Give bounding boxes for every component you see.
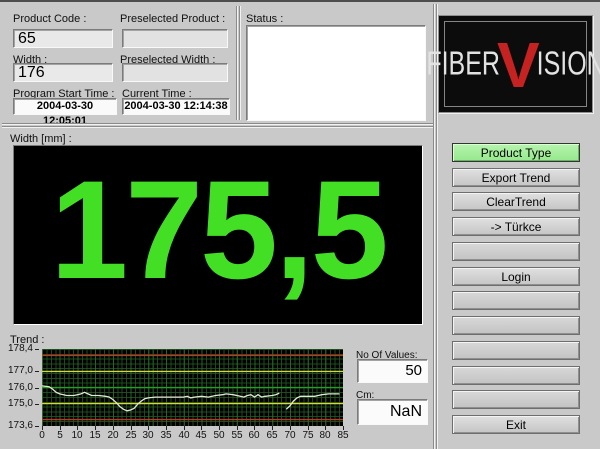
current-time-value: 2004-03-30 12:14:38 bbox=[122, 98, 230, 115]
separator-top-main bbox=[2, 123, 433, 128]
preselected-width-field[interactable] bbox=[122, 63, 228, 82]
y-tick-label: 177,0 bbox=[8, 365, 33, 376]
logo-letter-v: V bbox=[497, 37, 540, 95]
blank-button-2[interactable] bbox=[452, 291, 580, 310]
product-code-field[interactable]: 65 bbox=[13, 29, 113, 48]
y-tick-label: 175,0 bbox=[8, 398, 33, 409]
exit-button[interactable]: Exit bbox=[452, 415, 580, 434]
x-tick-label: 20 bbox=[103, 430, 123, 441]
fibervision-window: Product Code : 65 Preselected Product : … bbox=[0, 0, 600, 449]
x-tick-label: 45 bbox=[191, 430, 211, 441]
no-of-values-field[interactable]: 50 bbox=[357, 359, 428, 383]
x-tick-label: 80 bbox=[315, 430, 335, 441]
y-tick-label: 178,4 bbox=[8, 343, 33, 354]
blank-button-4[interactable] bbox=[452, 341, 580, 360]
status-label: Status : bbox=[246, 13, 283, 25]
y-tick-mark bbox=[35, 371, 39, 372]
trend-y-axis: 178,4177,0176,0175,0173,6 bbox=[0, 349, 40, 427]
trend-series-width-trend bbox=[286, 394, 339, 409]
product-type-button[interactable]: Product Type bbox=[452, 143, 580, 162]
logo-word-ision: ISION bbox=[537, 47, 600, 81]
logo-text: FIBER V ISION bbox=[426, 35, 600, 93]
trend-series-width-trend bbox=[42, 386, 279, 411]
x-tick-label: 35 bbox=[156, 430, 176, 441]
turkce-button[interactable]: -> Türkce bbox=[452, 217, 580, 236]
x-tick-label: 10 bbox=[67, 430, 87, 441]
x-tick-label: 15 bbox=[85, 430, 105, 441]
width-field[interactable]: 176 bbox=[13, 63, 113, 82]
logo-word-fiber: FIBER bbox=[426, 47, 500, 81]
separator-form-status bbox=[236, 6, 241, 120]
x-tick-label: 70 bbox=[280, 430, 300, 441]
x-tick-label: 65 bbox=[262, 430, 282, 441]
x-tick-label: 50 bbox=[209, 430, 229, 441]
fibervision-logo: FIBER V ISION bbox=[438, 15, 593, 113]
x-tick-label: 60 bbox=[244, 430, 264, 441]
blank-button-5[interactable] bbox=[452, 366, 580, 385]
y-tick-mark bbox=[35, 349, 39, 350]
status-box bbox=[246, 25, 426, 121]
blank-button-3[interactable] bbox=[452, 316, 580, 335]
y-tick-label: 176,0 bbox=[8, 382, 33, 393]
x-tick-label: 0 bbox=[32, 430, 52, 441]
product-code-label: Product Code : bbox=[13, 13, 86, 25]
login-button[interactable]: Login bbox=[452, 267, 580, 286]
trend-x-axis: 0510152025303540455055606570758085 bbox=[42, 426, 348, 444]
program-start-time-value: 2004-03-30 12:05:01 bbox=[13, 98, 117, 115]
y-tick-mark bbox=[35, 426, 39, 427]
blank-button-1[interactable] bbox=[452, 242, 580, 261]
y-tick-mark bbox=[35, 388, 39, 389]
export-trend-button[interactable]: Export Trend bbox=[452, 168, 580, 187]
cm-value: NaN bbox=[357, 399, 428, 425]
x-tick-label: 85 bbox=[333, 430, 353, 441]
width-display-value: 175,5 bbox=[50, 160, 385, 300]
width-display-label: Width [mm] : bbox=[10, 133, 72, 145]
y-tick-mark bbox=[35, 404, 39, 405]
blank-button-6[interactable] bbox=[452, 390, 580, 409]
width-display: 175,5 bbox=[13, 145, 423, 325]
trend-plot bbox=[42, 349, 343, 426]
preselected-product-field[interactable] bbox=[122, 29, 228, 48]
preselected-product-label: Preselected Product : bbox=[120, 13, 225, 25]
x-tick-label: 30 bbox=[138, 430, 158, 441]
y-tick-label: 173,6 bbox=[8, 420, 33, 431]
clear-trend-button[interactable]: ClearTrend bbox=[452, 192, 580, 211]
